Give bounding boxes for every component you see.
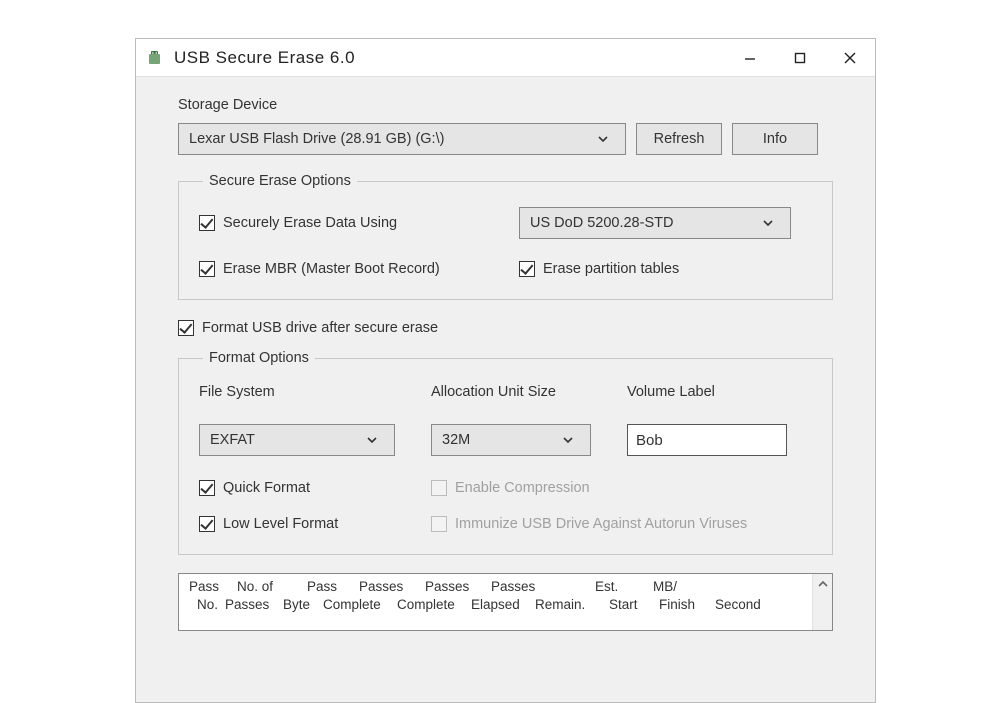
checkbox-icon (199, 215, 215, 231)
checkbox-icon (431, 516, 447, 532)
log-header: Pass No. of Pass Passes Passes Passes Es… (179, 574, 832, 614)
allocation-label: Allocation Unit Size (431, 384, 591, 400)
checkbox-icon (519, 261, 535, 277)
chevron-up-icon (818, 579, 828, 589)
allocation-select[interactable]: 32M (431, 424, 591, 456)
erase-method-select[interactable]: US DoD 5200.28-STD (519, 207, 791, 239)
format-options-group: Format Options File System Allocation Un… (178, 350, 833, 555)
app-icon (146, 49, 164, 67)
minimize-button[interactable] (725, 39, 775, 76)
maximize-icon (793, 51, 807, 65)
info-button[interactable]: Info (732, 123, 818, 155)
format-after-checkbox[interactable]: Format USB drive after secure erase (178, 320, 833, 336)
volume-label-label: Volume Label (627, 384, 787, 400)
storage-device-value: Lexar USB Flash Drive (28.91 GB) (G:\) (189, 131, 444, 147)
chevron-down-icon (597, 133, 615, 145)
chevron-down-icon (762, 217, 780, 229)
client-area: Storage Device Lexar USB Flash Drive (28… (136, 77, 875, 555)
file-system-value: EXFAT (210, 432, 255, 448)
refresh-button[interactable]: Refresh (636, 123, 722, 155)
chevron-down-icon (562, 434, 580, 446)
window-title: USB Secure Erase 6.0 (174, 48, 725, 68)
titlebar: USB Secure Erase 6.0 (136, 39, 875, 77)
checkbox-icon (199, 480, 215, 496)
close-icon (843, 51, 857, 65)
checkbox-icon (199, 261, 215, 277)
checkbox-icon (178, 320, 194, 336)
file-system-label: File System (199, 384, 395, 400)
erase-partition-tables-checkbox[interactable]: Erase partition tables (519, 261, 679, 277)
erase-method-value: US DoD 5200.28-STD (530, 215, 673, 231)
securely-erase-checkbox[interactable]: Securely Erase Data Using (199, 215, 519, 231)
immunize-checkbox: Immunize USB Drive Against Autorun Virus… (431, 516, 747, 532)
erase-mbr-checkbox[interactable]: Erase MBR (Master Boot Record) (199, 261, 519, 277)
log-panel: Pass No. of Pass Passes Passes Passes Es… (178, 573, 833, 631)
secure-erase-legend: Secure Erase Options (203, 173, 357, 189)
window-controls (725, 39, 875, 76)
storage-device-select[interactable]: Lexar USB Flash Drive (28.91 GB) (G:\) (178, 123, 626, 155)
enable-compression-checkbox: Enable Compression (431, 480, 590, 496)
low-level-format-checkbox[interactable]: Low Level Format (199, 516, 431, 532)
chevron-down-icon (366, 434, 384, 446)
secure-erase-group: Secure Erase Options Securely Erase Data… (178, 173, 833, 300)
scroll-up-button[interactable] (813, 574, 832, 594)
checkbox-icon (199, 516, 215, 532)
volume-label-input[interactable]: Bob (627, 424, 787, 456)
checkbox-icon (431, 480, 447, 496)
log-scrollbar[interactable] (812, 574, 832, 630)
quick-format-checkbox[interactable]: Quick Format (199, 480, 431, 496)
allocation-value: 32M (442, 432, 470, 448)
app-window: USB Secure Erase 6.0 Storage Device Lexa… (135, 38, 876, 703)
maximize-button[interactable] (775, 39, 825, 76)
close-button[interactable] (825, 39, 875, 76)
minimize-icon (743, 51, 757, 65)
file-system-select[interactable]: EXFAT (199, 424, 395, 456)
format-options-legend: Format Options (203, 350, 315, 366)
storage-device-label: Storage Device (178, 97, 833, 113)
